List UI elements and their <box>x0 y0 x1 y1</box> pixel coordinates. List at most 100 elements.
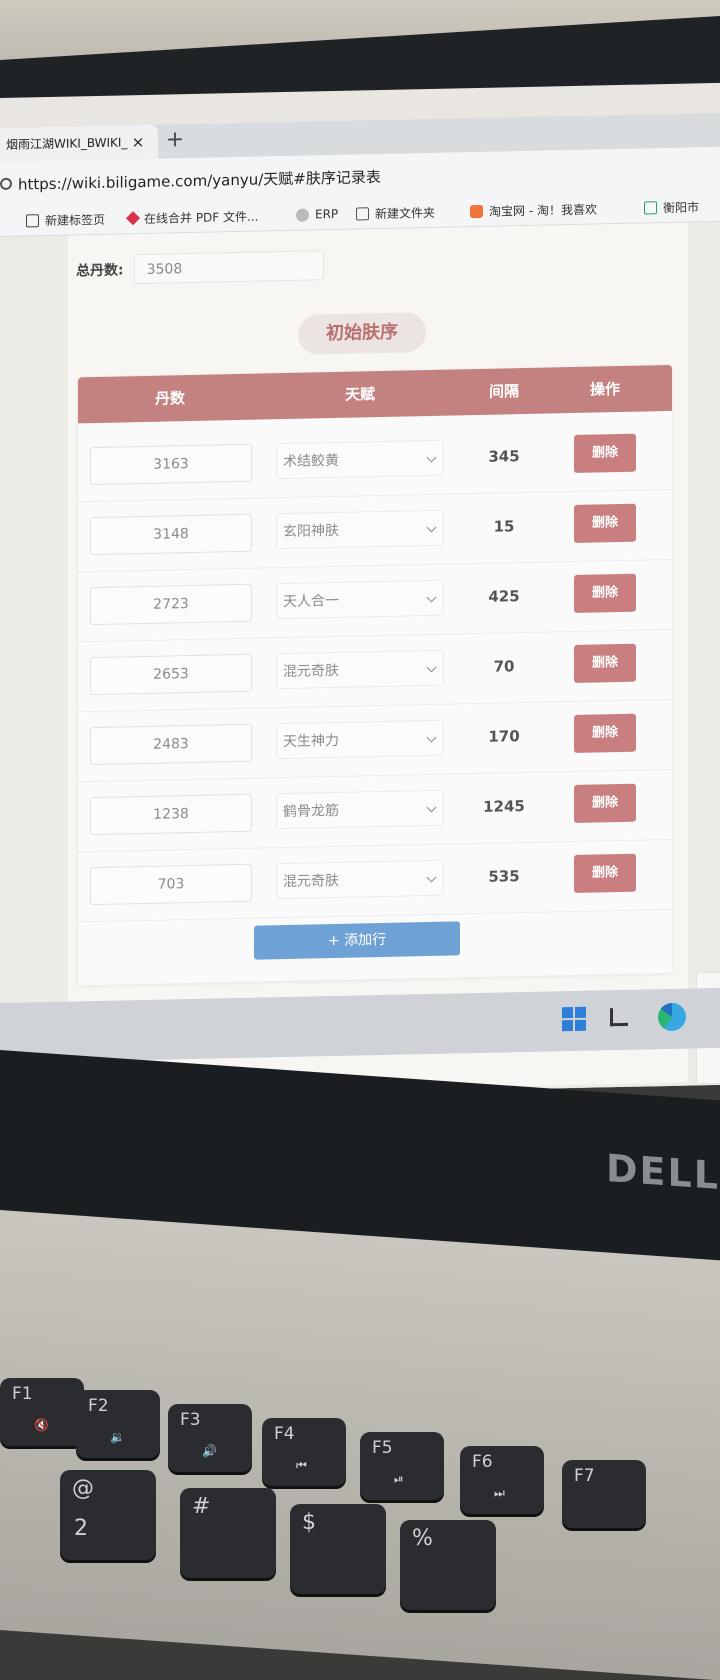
dan-input[interactable]: 703 <box>90 863 252 906</box>
dan-input[interactable]: 3163 <box>90 443 252 486</box>
function-key[interactable]: F2 🔉 <box>76 1390 160 1458</box>
tab-close-icon[interactable]: × <box>128 125 148 159</box>
dan-input[interactable]: 3148 <box>90 513 252 556</box>
gap-value: 425 <box>488 587 520 606</box>
number-key[interactable]: # <box>180 1488 276 1578</box>
skin-order-table: 丹数 天赋 间隔 操作 3163 术结鲛黄 345 删除 3148 玄阳神肤 15 删除 272… <box>78 364 672 986</box>
key-label: F7 <box>574 1466 595 1486</box>
bookmark-label: 淘宝网 - 淘！我喜欢 <box>489 201 597 219</box>
key-label: F4 <box>274 1424 295 1444</box>
total-dan-input[interactable]: 3508 <box>133 250 324 285</box>
tab-title: 烟雨江湖WIKI_BWIKI_ <box>6 135 128 152</box>
talent-select[interactable]: 天生神力 <box>276 719 444 760</box>
bookmark-label: ERP <box>315 206 339 222</box>
site-info-icon[interactable] <box>0 177 12 190</box>
key-media-icon: 🔉 <box>110 1430 125 1444</box>
add-row-button[interactable]: + 添加行 <box>254 921 460 960</box>
delete-row-button[interactable]: 删除 <box>574 783 636 823</box>
url-field[interactable]: https://wiki.biligame.com/yanyu/天赋#肤序记录表 <box>18 166 381 195</box>
edge-browser-icon[interactable] <box>658 1002 686 1032</box>
key-media-icon: ⏭ <box>494 1486 505 1500</box>
function-key[interactable]: F1 🔇 <box>0 1378 84 1446</box>
table-row: 2653 混元奇肤 70 删除 <box>78 630 672 713</box>
bookmark-taobao[interactable]: 淘宝网 - 淘！我喜欢 <box>470 199 597 220</box>
bookmark-label: 新建标签页 <box>45 212 106 228</box>
key-media-icon: 🔊 <box>202 1444 217 1458</box>
taobao-icon <box>470 204 483 218</box>
erp-icon <box>296 208 309 222</box>
total-dan-label: 总丹数: <box>76 262 124 280</box>
dan-input[interactable]: 2483 <box>90 723 252 766</box>
chevron-down-icon <box>426 872 437 883</box>
file-explorer-icon[interactable] <box>610 1007 628 1027</box>
talent-select[interactable]: 术结鲛黄 <box>276 439 444 480</box>
delete-row-button[interactable]: 删除 <box>574 713 636 753</box>
talent-select[interactable]: 鹤骨龙筋 <box>276 789 444 830</box>
table-header: 丹数 天赋 间隔 操作 <box>78 364 672 424</box>
table-row: 703 混元奇肤 535 删除 <box>78 840 672 923</box>
number-key[interactable]: $ <box>290 1504 386 1594</box>
delete-row-button[interactable]: 删除 <box>574 853 636 893</box>
talent-select[interactable]: 混元奇肤 <box>276 649 444 690</box>
key-media-icon: ⏯ <box>394 1472 404 1486</box>
function-key[interactable]: F3 🔊 <box>168 1404 252 1472</box>
section-title: 初始肤序 <box>298 312 426 355</box>
key-label: @ <box>72 1476 94 1501</box>
windows-start-icon[interactable] <box>562 1006 586 1032</box>
table-row: 1238 鹤骨龙筋 1245 删除 <box>78 770 672 853</box>
key-label: F3 <box>180 1410 201 1430</box>
bookmark-erp[interactable]: ERP <box>296 205 338 224</box>
new-tab-button[interactable]: + <box>162 124 188 159</box>
key-label: F5 <box>372 1438 393 1458</box>
table-row: 3163 术结鲛黄 345 删除 <box>78 420 672 503</box>
chevron-down-icon <box>426 802 437 813</box>
function-key[interactable]: F5 ⏯ <box>360 1432 444 1500</box>
bookmark-new-tab[interactable]: 新建标签页 <box>26 210 105 230</box>
gap-value: 70 <box>493 657 515 676</box>
gap-value: 15 <box>493 517 515 536</box>
dan-input[interactable]: 2653 <box>90 653 252 696</box>
talent-select[interactable]: 混元奇肤 <box>276 859 444 900</box>
total-dan-row: 总丹数: 3508 <box>76 250 324 285</box>
function-key[interactable]: F7 <box>562 1460 646 1528</box>
monitor-screen: 烟雨江湖WIKI_BWIKI_ × + https://wiki.biligam… <box>0 82 720 1100</box>
function-key[interactable]: F6 ⏭ <box>460 1446 544 1514</box>
bookmark-hengyang[interactable]: 衡阳市 <box>644 197 699 216</box>
key-sub-label: 2 <box>74 1516 88 1541</box>
key-label: F6 <box>472 1452 493 1472</box>
bookmark-new-folder[interactable]: 新建文件夹 <box>356 203 435 223</box>
page-icon <box>26 213 39 227</box>
table-row: 2483 天生神力 170 删除 <box>78 700 672 783</box>
key-label: # <box>192 1494 211 1519</box>
talent-select[interactable]: 玄阳神肤 <box>276 509 444 550</box>
bookmark-label: 在线合并 PDF 文件... <box>144 209 259 226</box>
dan-input[interactable]: 1238 <box>90 793 252 836</box>
talent-value: 术结鲛黄 <box>283 452 339 471</box>
content-panel: 总丹数: 3508 初始肤序 丹数 天赋 间隔 操作 3163 术结鲛黄 345 删除… <box>68 222 688 1096</box>
green-icon <box>644 200 657 215</box>
page-body: 总丹数: 3508 初始肤序 丹数 天赋 间隔 操作 3163 术结鲛黄 345 删除… <box>0 221 720 1100</box>
talent-value: 玄阳神肤 <box>283 522 339 541</box>
chevron-down-icon <box>426 732 437 743</box>
gap-value: 170 <box>488 727 520 746</box>
talent-value: 天生神力 <box>283 732 339 751</box>
chevron-down-icon <box>426 592 437 603</box>
delete-row-button[interactable]: 删除 <box>574 433 636 473</box>
bookmark-pdf-merge[interactable]: 在线合并 PDF 文件... <box>125 207 259 228</box>
dan-input[interactable]: 2723 <box>90 583 252 626</box>
function-key[interactable]: F4 ⏮ <box>262 1418 346 1486</box>
pdf-icon <box>125 211 141 226</box>
talent-value: 天人合一 <box>283 592 339 611</box>
table-row: 2723 天人合一 425 删除 <box>78 560 672 643</box>
delete-row-button[interactable]: 删除 <box>574 503 636 543</box>
talent-select[interactable]: 天人合一 <box>276 579 444 620</box>
header-talent: 天赋 <box>344 385 375 404</box>
header-gap: 间隔 <box>488 382 519 401</box>
delete-row-button[interactable]: 删除 <box>574 573 636 613</box>
header-action: 操作 <box>589 380 620 399</box>
key-label: F2 <box>88 1396 109 1416</box>
number-key[interactable]: % <box>400 1520 496 1610</box>
number-key[interactable]: @2 <box>60 1470 156 1560</box>
delete-row-button[interactable]: 删除 <box>574 643 636 683</box>
table-row: 3148 玄阳神肤 15 删除 <box>78 490 672 573</box>
